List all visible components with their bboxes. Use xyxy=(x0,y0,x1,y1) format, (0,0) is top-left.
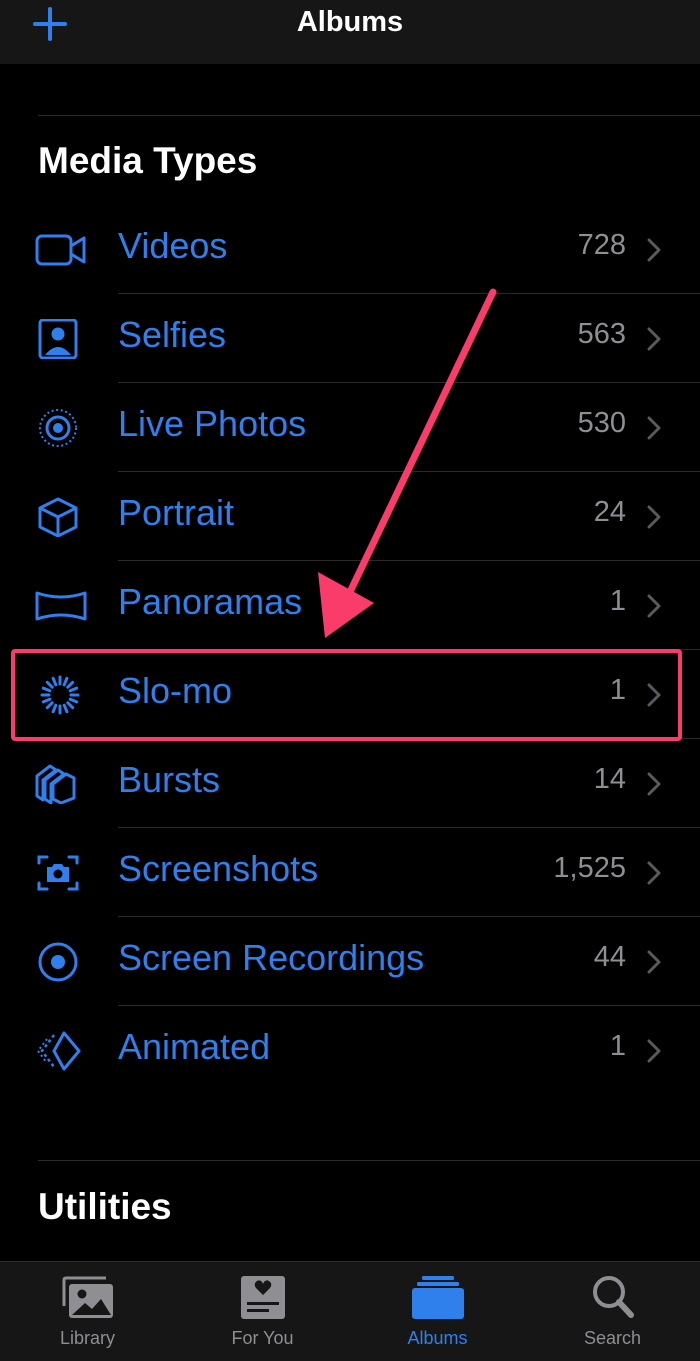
section-divider xyxy=(38,1160,700,1161)
chevron-right-icon xyxy=(647,861,661,885)
navigation-bar: Albums xyxy=(0,0,700,64)
media-type-count: 728 xyxy=(577,229,626,261)
media-type-count: 1,525 xyxy=(553,852,626,884)
media-type-row-videos[interactable]: Videos 728 xyxy=(0,205,700,294)
chevron-right-icon xyxy=(647,594,661,618)
media-type-count: 1 xyxy=(609,585,626,617)
tab-label: Albums xyxy=(407,1328,468,1348)
media-type-row-animated[interactable]: Animated 1 xyxy=(0,1006,700,1095)
chevron-right-icon xyxy=(647,416,661,440)
tab-for-you[interactable]: For You xyxy=(175,1262,350,1361)
media-type-count: 530 xyxy=(577,407,626,439)
tab-label: Library xyxy=(59,1328,116,1348)
media-type-row-panoramas[interactable]: Panoramas 1 xyxy=(0,561,700,650)
highlight-box-annotation xyxy=(11,649,682,741)
tab-library[interactable]: Library xyxy=(0,1262,175,1361)
media-type-row-screen-recordings[interactable]: Screen Recordings 44 xyxy=(0,917,700,1006)
screenshot-icon xyxy=(37,855,79,891)
for-you-heart-icon xyxy=(240,1276,285,1319)
media-type-label: Videos xyxy=(118,225,228,266)
media-type-count: 24 xyxy=(593,496,626,528)
chevron-right-icon xyxy=(647,505,661,529)
library-photos-icon xyxy=(62,1276,113,1318)
cube-icon xyxy=(38,497,78,537)
tab-search[interactable]: Search xyxy=(525,1262,700,1361)
media-type-label: Panoramas xyxy=(118,581,303,622)
live-photos-icon xyxy=(39,409,77,447)
page-title: Albums xyxy=(296,6,404,38)
panorama-icon xyxy=(35,591,87,621)
media-type-label: Live Photos xyxy=(118,403,307,444)
video-camera-icon xyxy=(35,234,86,266)
albums-stack-icon xyxy=(411,1276,464,1319)
tab-label: For You xyxy=(231,1328,294,1348)
tab-bar: Library For You Albums Search xyxy=(0,1261,700,1361)
media-type-row-screenshots[interactable]: Screenshots 1,525 xyxy=(0,828,700,917)
media-type-count: 44 xyxy=(593,941,626,973)
chevron-right-icon xyxy=(647,327,661,351)
media-type-label: Portrait xyxy=(118,492,235,533)
chevron-right-icon xyxy=(647,238,661,262)
media-type-row-live-photos[interactable]: Live Photos 530 xyxy=(0,383,700,472)
animated-icon xyxy=(36,1031,81,1071)
screen-recording-icon xyxy=(38,942,78,982)
section-title-utilities: Utilities xyxy=(38,1186,172,1227)
media-type-row-portrait[interactable]: Portrait 24 xyxy=(0,472,700,561)
bursts-icon xyxy=(35,764,76,804)
media-type-count: 14 xyxy=(593,763,626,795)
selfie-portrait-icon xyxy=(38,319,78,359)
media-type-label: Screen Recordings xyxy=(118,937,425,978)
chevron-right-icon xyxy=(647,772,661,796)
chevron-right-icon xyxy=(647,950,661,974)
media-type-label: Bursts xyxy=(118,759,221,800)
tab-albums[interactable]: Albums xyxy=(350,1262,525,1361)
media-type-row-bursts[interactable]: Bursts 14 xyxy=(0,739,700,828)
media-type-label: Screenshots xyxy=(118,848,319,889)
section-title-media-types: Media Types xyxy=(38,140,258,181)
media-type-label: Selfies xyxy=(118,314,227,355)
search-icon xyxy=(592,1276,634,1318)
media-type-count: 1 xyxy=(609,1030,626,1062)
section-divider xyxy=(38,115,700,116)
media-type-count: 563 xyxy=(577,318,626,350)
media-type-label: Animated xyxy=(118,1026,271,1067)
media-type-row-selfies[interactable]: Selfies 563 xyxy=(0,294,700,383)
chevron-right-icon xyxy=(647,1039,661,1063)
tab-label: Search xyxy=(583,1328,642,1348)
